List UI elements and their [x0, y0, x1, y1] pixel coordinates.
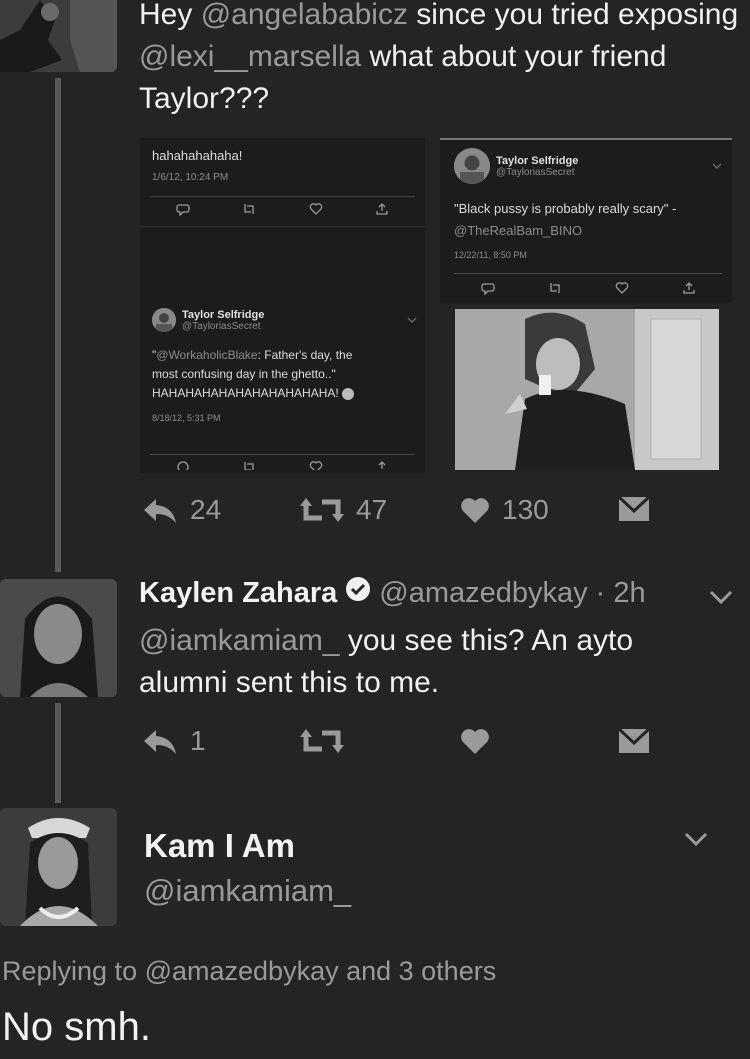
like-icon — [615, 281, 629, 300]
embedded-screenshot-left[interactable]: hahahahahaha! 1/6/12, 10:24 PM Taylor Se… — [140, 138, 425, 473]
embedded-tweet-text: "@WorkaholicBlake: Father's day, the mos… — [152, 346, 417, 403]
reply-icon — [142, 497, 178, 523]
embedded-left-top: hahahahahaha! 1/6/12, 10:24 PM — [152, 146, 242, 183]
retweet-icon — [300, 496, 344, 524]
like-button[interactable] — [460, 727, 490, 755]
avatar-tweet2[interactable] — [0, 579, 117, 697]
embedded-left-bottom: Taylor Selfridge @TayloriasSecret "@Work… — [152, 308, 417, 423]
reply-icon — [142, 728, 178, 754]
chevron-down-icon — [407, 311, 417, 329]
embedded-tweet-text: "Black pussy is probably really scary" -… — [454, 198, 722, 242]
dm-icon — [618, 496, 650, 522]
tweet1-text-part: Hey — [139, 0, 201, 31]
embedded-timestamp: 1/6/12, 10:24 PM — [152, 172, 229, 183]
embedded-photo[interactable] — [455, 309, 719, 470]
avatar-embedded — [454, 148, 490, 184]
embedded-text-line: "Black pussy is probably really scary" - — [454, 201, 677, 216]
tweet1-text-part: since you tried exposing — [407, 0, 739, 31]
retweet-icon — [242, 202, 256, 221]
like-count: 130 — [502, 494, 549, 525]
like-icon — [309, 202, 323, 221]
divider — [440, 138, 732, 140]
tweet2-text-line: you see this? An ayto — [339, 624, 634, 657]
reply-count: 24 — [190, 494, 222, 525]
chevron-down-icon[interactable] — [683, 830, 709, 853]
embedded-timestamp: 12/22/11, 8:50 PM — [454, 250, 527, 260]
replying-suffix[interactable]: and 3 others — [339, 956, 496, 986]
chevron-down-icon[interactable] — [708, 588, 734, 611]
mention-link[interactable]: @lexi__marsella — [139, 40, 361, 73]
embedded-timestamp: 8/18/12, 5:31 PM — [152, 413, 221, 423]
divider — [150, 196, 415, 197]
embedded-actions — [454, 281, 722, 300]
retweet-count: 47 — [356, 494, 388, 525]
mention-link[interactable]: @iamkamiam_ — [139, 624, 340, 657]
share-icon — [682, 281, 696, 300]
handle[interactable]: @amazedbykay — [379, 577, 587, 610]
embedded-actions — [150, 202, 415, 221]
dm-icon — [618, 728, 650, 754]
timestamp: · 2h — [595, 576, 646, 609]
emoji-icon — [342, 387, 355, 400]
embedded-actions — [150, 460, 415, 470]
mention-link[interactable]: @angelababicz — [201, 0, 408, 31]
embedded-screenshot-right[interactable]: Taylor Selfridge @TayloriasSecret "Black… — [440, 138, 732, 303]
avatar-tweet1[interactable] — [0, 0, 117, 72]
avatar-tweet3[interactable] — [0, 808, 117, 926]
embedded-handle: @TayloriasSecret — [496, 166, 575, 178]
tweet1-text: Hey @angelababicz since you tried exposi… — [139, 0, 739, 120]
avatar-embedded — [152, 308, 176, 332]
retweet-icon — [242, 460, 256, 470]
divider — [150, 454, 415, 455]
reply-icon — [176, 202, 190, 221]
embedded-name: Taylor Selfridge — [496, 154, 579, 167]
retweet-button[interactable]: 47 — [300, 494, 387, 526]
tweet3-text: No smh. — [2, 1005, 151, 1049]
replying-to: Replying to @amazedbykay and 3 others — [2, 956, 496, 987]
retweet-icon — [300, 727, 344, 755]
embedded-mention: @WorkaholicBlake — [156, 348, 258, 362]
dm-button[interactable] — [618, 496, 650, 522]
embedded-text-line: HAHAHAHAHAHAHAHAHAHAHA! — [152, 386, 339, 400]
reply-button[interactable]: 1 — [142, 725, 206, 757]
divider — [140, 226, 425, 227]
embedded-text-line: most confusing day in the ghetto.." — [152, 367, 336, 381]
embedded-right-top: Taylor Selfridge @TayloriasSecret "Black… — [454, 148, 722, 260]
thread-line-1 — [55, 78, 61, 572]
tweet2-text: @iamkamiam_ you see this? An ayto alumni… — [139, 620, 739, 704]
embedded-handle: @TayloriasSecret — [182, 320, 261, 332]
tweet3-handle[interactable]: @iamkamiam_ — [144, 873, 351, 909]
replying-prefix: Replying to — [2, 956, 145, 986]
retweet-button[interactable] — [300, 727, 344, 755]
dm-button[interactable] — [618, 728, 650, 754]
reply-icon — [176, 460, 190, 470]
embedded-text-line: : Father's day, the — [257, 348, 353, 362]
reply-count: 1 — [190, 725, 206, 756]
thread-line-2 — [55, 703, 61, 803]
share-icon — [375, 202, 389, 221]
embedded-tweet-text: hahahahahaha! — [152, 148, 243, 163]
embedded-name: Taylor Selfridge — [182, 308, 265, 321]
tweet3-name[interactable]: Kam I Am — [144, 827, 295, 865]
like-icon — [460, 496, 490, 524]
like-icon — [309, 460, 323, 470]
tweet2-text-line: alumni sent this to me. — [139, 666, 440, 699]
mention-link[interactable]: @amazedbykay — [145, 956, 339, 986]
display-name[interactable]: Kaylen Zahara — [139, 577, 337, 610]
embedded-mention: @TheRealBam_BINO — [454, 223, 583, 238]
divider — [454, 273, 722, 274]
like-icon — [460, 727, 490, 755]
retweet-icon — [548, 281, 562, 300]
chevron-down-icon — [712, 157, 722, 175]
tweet2-header: Kaylen Zahara @amazedbykay · 2h — [139, 576, 646, 610]
reply-icon — [480, 281, 495, 300]
like-button[interactable]: 130 — [460, 494, 549, 526]
reply-button[interactable]: 24 — [142, 494, 221, 526]
verified-badge-icon — [345, 576, 371, 610]
share-icon — [375, 460, 389, 470]
